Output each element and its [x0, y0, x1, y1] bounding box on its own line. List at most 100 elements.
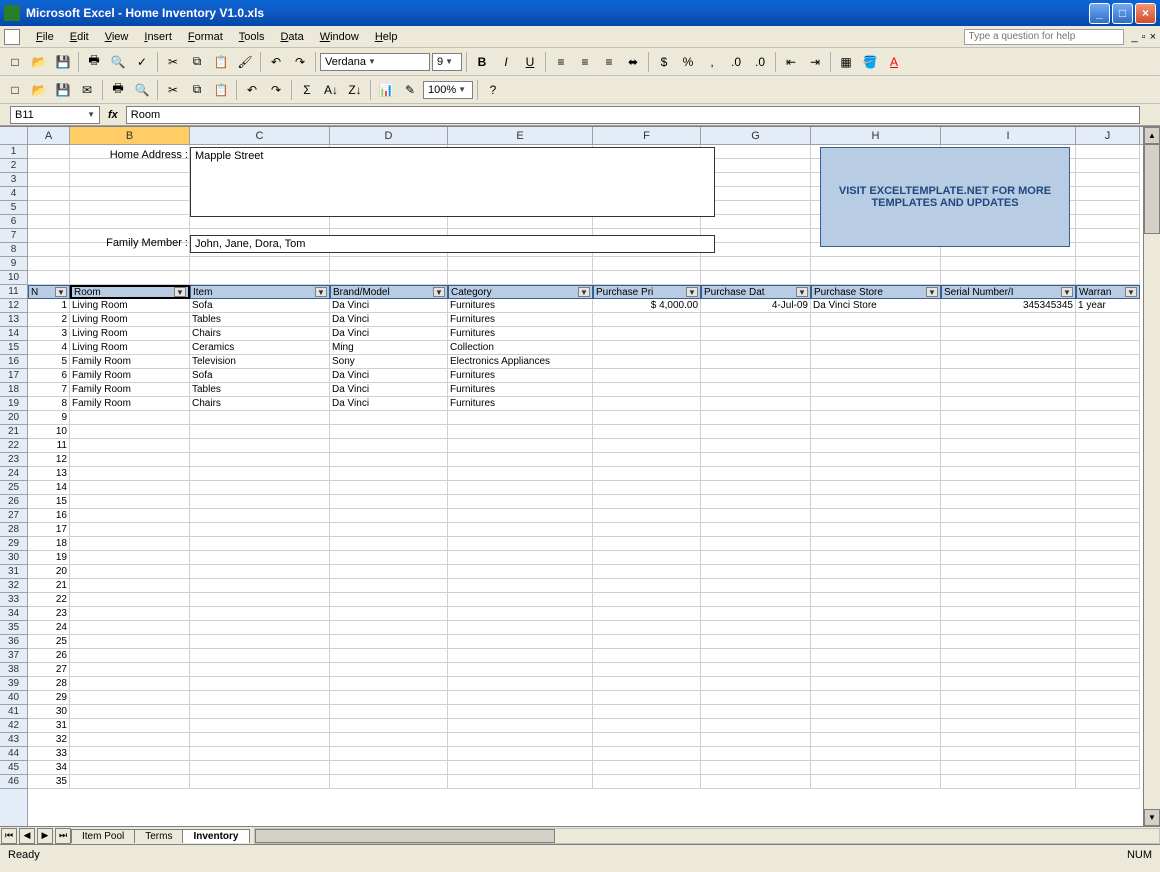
sheet-tab-inventory[interactable]: Inventory — [182, 829, 249, 843]
filter-dropdown-D[interactable]: ▼ — [433, 287, 445, 297]
cell-I37[interactable] — [941, 649, 1076, 663]
cell-J1[interactable] — [1076, 145, 1140, 159]
cell-A10[interactable] — [28, 271, 70, 285]
print-icon2[interactable]: 🖶 — [107, 79, 129, 101]
cell-D25[interactable] — [330, 481, 448, 495]
home-address-box[interactable]: Mapple Street — [190, 147, 715, 217]
row-header-36[interactable]: 36 — [0, 635, 27, 649]
cell-J23[interactable] — [1076, 453, 1140, 467]
spell-icon[interactable]: ✓ — [131, 51, 153, 73]
cell-F10[interactable] — [593, 271, 701, 285]
cell-F35[interactable] — [593, 621, 701, 635]
cell-C43[interactable] — [190, 733, 330, 747]
cell-A25[interactable]: 14 — [28, 481, 70, 495]
row-header-6[interactable]: 6 — [0, 215, 27, 229]
cell-B5[interactable] — [70, 201, 190, 215]
row-header-21[interactable]: 21 — [0, 425, 27, 439]
cell-I11[interactable]: Serial Number/I▼ — [941, 285, 1076, 299]
cell-E11[interactable]: Category▼ — [448, 285, 593, 299]
cell-B46[interactable] — [70, 775, 190, 789]
cell-A44[interactable]: 33 — [28, 747, 70, 761]
cell-J2[interactable] — [1076, 159, 1140, 173]
cell-G26[interactable] — [701, 495, 811, 509]
col-header-J[interactable]: J — [1076, 127, 1140, 144]
cell-E26[interactable] — [448, 495, 593, 509]
cell-D36[interactable] — [330, 635, 448, 649]
cell-J18[interactable] — [1076, 383, 1140, 397]
cell-G12[interactable]: 4-Jul-09 — [701, 299, 811, 313]
cell-E22[interactable] — [448, 439, 593, 453]
cell-J46[interactable] — [1076, 775, 1140, 789]
cell-C32[interactable] — [190, 579, 330, 593]
cell-I35[interactable] — [941, 621, 1076, 635]
row-header-5[interactable]: 5 — [0, 201, 27, 215]
cell-D35[interactable] — [330, 621, 448, 635]
cell-I15[interactable] — [941, 341, 1076, 355]
paste-icon2[interactable]: 📋 — [210, 79, 232, 101]
cell-F23[interactable] — [593, 453, 701, 467]
cell-F24[interactable] — [593, 467, 701, 481]
cell-I19[interactable] — [941, 397, 1076, 411]
cell-F11[interactable]: Purchase Pri▼ — [593, 285, 701, 299]
cell-D17[interactable]: Da Vinci — [330, 369, 448, 383]
cell-I33[interactable] — [941, 593, 1076, 607]
cell-C36[interactable] — [190, 635, 330, 649]
cell-J28[interactable] — [1076, 523, 1140, 537]
cell-B16[interactable]: Family Room — [70, 355, 190, 369]
cell-B14[interactable]: Living Room — [70, 327, 190, 341]
cell-E27[interactable] — [448, 509, 593, 523]
cell-I41[interactable] — [941, 705, 1076, 719]
cell-C31[interactable] — [190, 565, 330, 579]
col-header-H[interactable]: H — [811, 127, 941, 144]
cell-C41[interactable] — [190, 705, 330, 719]
row-header-15[interactable]: 15 — [0, 341, 27, 355]
cell-I18[interactable] — [941, 383, 1076, 397]
cell-I26[interactable] — [941, 495, 1076, 509]
cell-A2[interactable] — [28, 159, 70, 173]
cell-F44[interactable] — [593, 747, 701, 761]
cell-G31[interactable] — [701, 565, 811, 579]
cell-I40[interactable] — [941, 691, 1076, 705]
menu-tools[interactable]: Tools — [231, 29, 273, 45]
cell-B23[interactable] — [70, 453, 190, 467]
cell-E14[interactable]: Furnitures — [448, 327, 593, 341]
cell-A11[interactable]: N▼ — [28, 285, 70, 299]
cell-A14[interactable]: 3 — [28, 327, 70, 341]
cell-G43[interactable] — [701, 733, 811, 747]
cell-H43[interactable] — [811, 733, 941, 747]
row-header-41[interactable]: 41 — [0, 705, 27, 719]
cell-I39[interactable] — [941, 677, 1076, 691]
document-icon[interactable] — [4, 29, 20, 45]
cell-D6[interactable] — [330, 215, 448, 229]
sheet-tab-terms[interactable]: Terms — [134, 829, 183, 843]
cut-icon[interactable]: ✂ — [162, 51, 184, 73]
cell-A33[interactable]: 22 — [28, 593, 70, 607]
cell-E35[interactable] — [448, 621, 593, 635]
row-header-38[interactable]: 38 — [0, 663, 27, 677]
cell-B20[interactable] — [70, 411, 190, 425]
cell-F39[interactable] — [593, 677, 701, 691]
cell-F27[interactable] — [593, 509, 701, 523]
cell-F42[interactable] — [593, 719, 701, 733]
cut-icon2[interactable]: ✂ — [162, 79, 184, 101]
cell-H41[interactable] — [811, 705, 941, 719]
tab-first-icon[interactable]: ⏮ — [1, 828, 17, 844]
cell-I32[interactable] — [941, 579, 1076, 593]
row-header-3[interactable]: 3 — [0, 173, 27, 187]
paste-icon[interactable]: 📋 — [210, 51, 232, 73]
cell-C21[interactable] — [190, 425, 330, 439]
cell-C12[interactable]: Sofa — [190, 299, 330, 313]
formula-bar[interactable]: Room — [126, 106, 1140, 124]
cell-F30[interactable] — [593, 551, 701, 565]
cell-E43[interactable] — [448, 733, 593, 747]
font-size-select[interactable]: 9▼ — [432, 53, 462, 71]
cell-J38[interactable] — [1076, 663, 1140, 677]
cell-G21[interactable] — [701, 425, 811, 439]
cell-I25[interactable] — [941, 481, 1076, 495]
row-header-18[interactable]: 18 — [0, 383, 27, 397]
cell-F36[interactable] — [593, 635, 701, 649]
increase-decimal-icon[interactable]: .0 — [725, 51, 747, 73]
cell-I20[interactable] — [941, 411, 1076, 425]
cell-B19[interactable]: Family Room — [70, 397, 190, 411]
cell-E17[interactable]: Furnitures — [448, 369, 593, 383]
